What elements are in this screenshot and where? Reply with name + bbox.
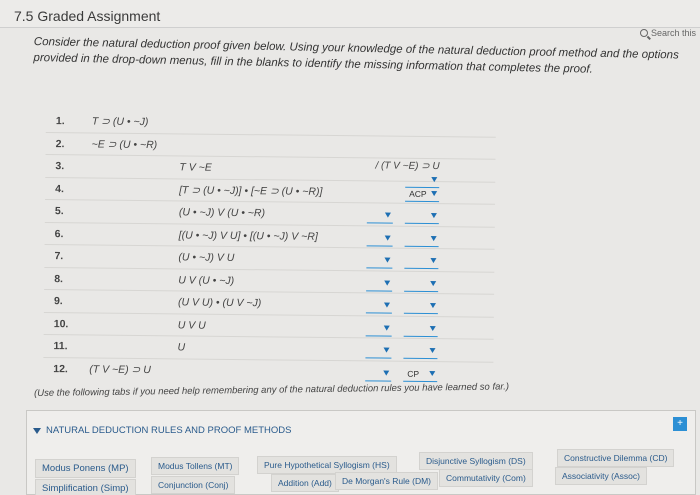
row-number: 11. — [53, 340, 68, 353]
row-number: 4. — [55, 182, 65, 195]
chevron-down-icon — [383, 347, 390, 353]
chevron-down-icon — [383, 325, 390, 331]
rules-panel: NATURAL DEDUCTION RULES AND PROOF METHOD… — [26, 410, 696, 495]
row-number: 7. — [54, 250, 64, 263]
row-number: 8. — [54, 272, 64, 285]
row-number: 12. — [53, 362, 68, 375]
tab-modus-tollens[interactable]: Modus Tollens (MT) — [151, 457, 240, 475]
row-statement: U — [177, 341, 186, 354]
row-statement: [(U • ~J) V U] • [(U • ~J) V ~R] — [178, 228, 318, 243]
line-dropdown[interactable] — [365, 366, 392, 382]
chevron-down-icon — [430, 213, 437, 219]
chevron-down-icon — [429, 303, 436, 309]
justification-dropdown[interactable]: ACP — [405, 187, 440, 202]
row-number: 10. — [53, 317, 69, 330]
chevron-down-icon — [384, 235, 391, 241]
justification-dropdown[interactable] — [403, 344, 438, 360]
chevron-down-icon — [430, 280, 437, 286]
line-dropdown[interactable] — [366, 209, 393, 224]
line-dropdown[interactable] — [365, 321, 392, 337]
chevron-down-icon — [383, 302, 391, 308]
line-dropdown[interactable] — [365, 299, 393, 314]
justification-dropdown[interactable] — [404, 254, 439, 270]
search-link[interactable]: Search this — [639, 28, 696, 38]
tab-disjunctive-syllogism[interactable]: Disjunctive Syllogism (DS) — [419, 452, 533, 470]
row-statement: (U V U) • (U V ~J) — [177, 296, 262, 310]
chevron-down-icon — [429, 370, 436, 376]
row-statement: T V ~E — [179, 161, 212, 174]
chevron-down-icon — [384, 212, 391, 218]
row-number: 9. — [53, 295, 63, 308]
chevron-down-icon — [384, 280, 391, 286]
row-number: 6. — [54, 227, 64, 240]
line-dropdown[interactable] — [366, 276, 393, 292]
dropdown-value: ACP — [409, 188, 427, 199]
justification-dropdown[interactable] — [403, 299, 439, 315]
row-number: 5. — [54, 205, 64, 218]
rules-tabs: Modus Ponens (MP) Modus Tollens (MT) Pur… — [35, 449, 695, 495]
justification-dropdown[interactable] — [403, 322, 438, 337]
tab-de-morgan[interactable]: De Morgan's Rule (DM) — [335, 472, 439, 490]
chevron-down-icon — [383, 370, 390, 376]
proof-table: 1. T ⊃ (U • ~J) 2. ~E ⊃ (U • ~R) 3. T V … — [43, 110, 496, 385]
row-statement: (T V ~E) ⊃ U — [89, 362, 151, 376]
line-dropdown[interactable] — [366, 231, 393, 247]
conclusion-target: / (T V ~E) ⊃ U — [375, 160, 440, 173]
row-statement: U V (U • ~J) — [178, 273, 235, 287]
justification-dropdown[interactable]: CP — [403, 367, 438, 382]
row-statement: ~E ⊃ (U • ~R) — [91, 137, 158, 151]
help-note: (Use the following tabs if you need help… — [34, 381, 510, 399]
row-statement: T ⊃ (U • ~J) — [91, 115, 149, 129]
rules-panel-title: NATURAL DEDUCTION RULES AND PROOF METHOD… — [46, 425, 292, 436]
chevron-down-icon — [429, 325, 436, 331]
tab-associativity[interactable]: Associativity (Assoc) — [555, 467, 647, 485]
dropdown-value: CP — [407, 368, 420, 379]
tab-conjunction[interactable]: Conjunction (Conj) — [151, 476, 236, 494]
chevron-down-icon — [429, 348, 436, 354]
chevron-down-icon — [430, 235, 437, 241]
tab-simplification[interactable]: Simplification (Simp) — [35, 479, 136, 495]
top-bar: 7.5 Graded Assignment — [0, 0, 700, 28]
instructions-text: Consider the natural deduction proof giv… — [33, 35, 679, 76]
row-number: 3. — [55, 160, 65, 173]
row-statement: (U • ~J) V U — [178, 251, 235, 264]
row-statement: (U • ~J) V (U • ~R) — [178, 206, 266, 220]
proof-row-12: 12. (T V ~E) ⊃ U CP — [43, 357, 493, 384]
line-dropdown[interactable] — [366, 254, 393, 269]
search-label: Search this — [650, 28, 696, 38]
search-icon — [639, 29, 648, 37]
line-dropdown[interactable] — [365, 344, 392, 359]
chevron-down-icon — [384, 257, 391, 263]
tab-modus-ponens[interactable]: Modus Ponens (MP) — [35, 459, 136, 478]
chevron-down-icon — [430, 258, 437, 264]
chevron-down-icon — [431, 190, 438, 196]
row-statement: [T ⊃ (U • ~J)] • [~E ⊃ (U • ~R)] — [179, 183, 323, 198]
tab-constructive-dilemma[interactable]: Constructive Dilemma (CD) — [557, 449, 675, 467]
rules-panel-toggle[interactable]: NATURAL DEDUCTION RULES AND PROOF METHOD… — [33, 425, 291, 436]
justification-dropdown[interactable] — [404, 277, 439, 292]
row-number: 1. — [55, 115, 65, 128]
tab-commutativity[interactable]: Commutativity (Com) — [439, 469, 533, 487]
row-number: 2. — [55, 137, 65, 150]
row-statement: U V U — [177, 318, 206, 332]
tab-addition[interactable]: Addition (Add) — [271, 474, 339, 492]
caret-down-icon — [33, 427, 41, 434]
justification-dropdown[interactable] — [404, 209, 439, 225]
expand-button[interactable]: + — [673, 417, 687, 431]
page-title: 7.5 Graded Assignment — [14, 8, 161, 24]
justification-dropdown[interactable] — [404, 232, 439, 247]
